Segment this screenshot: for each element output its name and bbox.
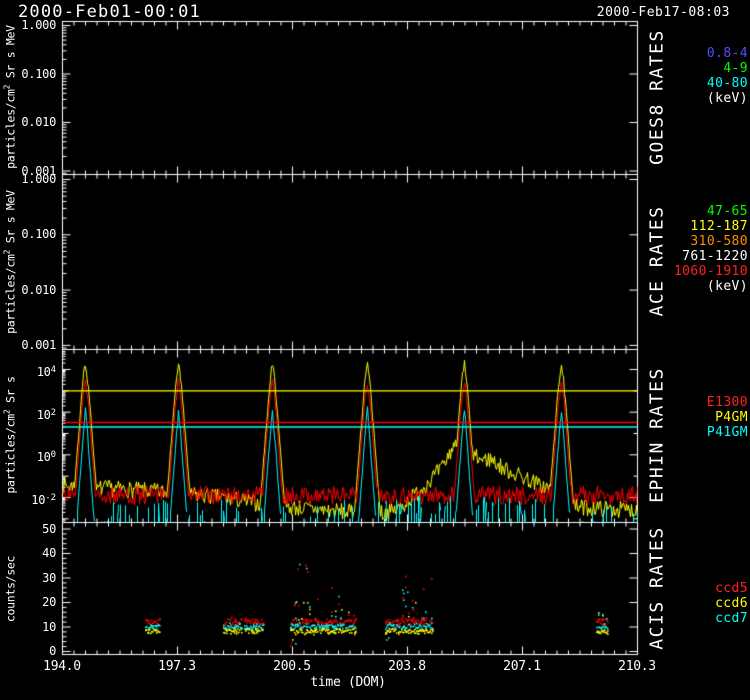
- panel-ephin-ytick-label: 102: [6, 405, 56, 419]
- legend-ace-4765: 47-65: [707, 204, 748, 219]
- ytick-text: 1.000: [21, 172, 56, 186]
- end-date-label: 2000-Feb17-08:03: [597, 5, 730, 20]
- panel-ephin-ytick-label: 104: [6, 362, 56, 376]
- ytick-text: 10: [31, 493, 45, 507]
- ytick-text: 0.010: [21, 115, 56, 129]
- panel-goes8-ytick-label: 0.010: [6, 115, 56, 129]
- xtick-label-4: 207.1: [503, 659, 541, 674]
- xtick-label-5: 210.3: [618, 659, 656, 674]
- ytick-text: 10: [42, 620, 56, 634]
- panel-acis-ytick-label: 10: [6, 620, 56, 634]
- panel-goes8-y-axis-label: particles/cm2 Sr s MeV: [3, 25, 18, 169]
- legend-ace-310580: 310-580: [690, 234, 748, 249]
- panel-ephin-ytick-label: 100: [6, 447, 56, 461]
- panel-acis-ytick-label: 40: [6, 546, 56, 560]
- ytick-text: 1.000: [21, 18, 56, 32]
- radiation-rates-plot: 2000-Feb01-00:01 2000-Feb17-08:03 GOES8 …: [0, 0, 750, 700]
- panel-acis-side-title: ACIS RATES: [647, 526, 668, 649]
- panel-goes8-ytick-label: 0.100: [6, 67, 56, 81]
- legend-goes8-keV: (keV): [707, 91, 748, 106]
- y-axis-label-text: counts/sec: [3, 556, 17, 622]
- legend-goes8-084: 0.8-4: [707, 46, 748, 61]
- y-axis-label-text: 2: [3, 250, 12, 255]
- panel-ace-side-title: ACE RATES: [647, 205, 668, 316]
- panel-goes8-ytick-label: 1.000: [6, 18, 56, 32]
- ytick-text: 10: [37, 365, 51, 379]
- legend-acis-ccd6: ccd6: [715, 596, 748, 611]
- legend-ace-7611220: 761-1220: [682, 249, 748, 264]
- ytick-text: 40: [42, 546, 56, 560]
- xtick-label-1: 197.3: [158, 659, 196, 674]
- panel-acis-ytick-label: 30: [6, 571, 56, 585]
- ytick-text: 0.100: [21, 67, 56, 81]
- panel-goes8-side-title: GOES8 RATES: [647, 29, 668, 165]
- panel-ace-ytick-label: 0.010: [6, 283, 56, 297]
- ytick-exponent: 4: [51, 365, 56, 375]
- ytick-text: 0.001: [21, 338, 56, 352]
- legend-goes8-4080: 40-80: [707, 76, 748, 91]
- legend-ace-112187: 112-187: [690, 219, 748, 234]
- xtick-label-3: 203.8: [388, 659, 426, 674]
- y-axis-label-text: particles/cm: [3, 89, 17, 168]
- x-axis-title: time (DOM): [310, 675, 385, 690]
- legend-acis-ccd7: ccd7: [715, 611, 748, 626]
- ytick-text: 50: [42, 522, 56, 536]
- ytick-text: 0: [49, 644, 56, 658]
- legend-ace-keV: (keV): [707, 279, 748, 294]
- panel-ephin-side-title: EPHIN RATES: [647, 367, 668, 503]
- panel-acis-ytick-label: 50: [6, 522, 56, 536]
- panel-acis-ytick-label: 20: [6, 595, 56, 609]
- ytick-exponent: 0: [51, 450, 56, 460]
- y-axis-label-text: 2: [3, 85, 12, 90]
- panel-ace-ytick-label: 0.001: [6, 338, 56, 352]
- legend-ephin-P4GM: P4GM: [715, 410, 748, 425]
- plot-canvas: [0, 0, 750, 700]
- ytick-text: 0.100: [21, 227, 56, 241]
- ytick-text: 20: [42, 595, 56, 609]
- panel-ace-y-axis-label: particles/cm2 Sr s MeV: [3, 190, 18, 334]
- ytick-exponent: 2: [51, 408, 56, 418]
- legend-ace-10601910: 1060-1910: [674, 264, 748, 279]
- legend-goes8-49: 4-9: [723, 61, 748, 76]
- panel-acis-ytick-label: 0: [6, 644, 56, 658]
- legend-acis-ccd5: ccd5: [715, 581, 748, 596]
- xtick-label-2: 200.5: [273, 659, 311, 674]
- ytick-text: 0.010: [21, 283, 56, 297]
- ytick-text: 10: [37, 450, 51, 464]
- ytick-text: 10: [37, 408, 51, 422]
- legend-ephin-E1300: E1300: [707, 395, 748, 410]
- ytick-text: 30: [42, 571, 56, 585]
- panel-ace-ytick-label: 0.100: [6, 227, 56, 241]
- xtick-label-0: 194.0: [43, 659, 81, 674]
- ytick-exponent: -2: [45, 493, 56, 503]
- panel-ace-ytick-label: 1.000: [6, 172, 56, 186]
- panel-ephin-ytick-label: 10-2: [6, 490, 56, 504]
- legend-ephin-P41GM: P41GM: [707, 425, 748, 440]
- panel-acis-y-axis-label: counts/sec: [3, 556, 18, 622]
- panel-ephin-y-axis-label: particles/cm2 Sr s: [3, 376, 18, 493]
